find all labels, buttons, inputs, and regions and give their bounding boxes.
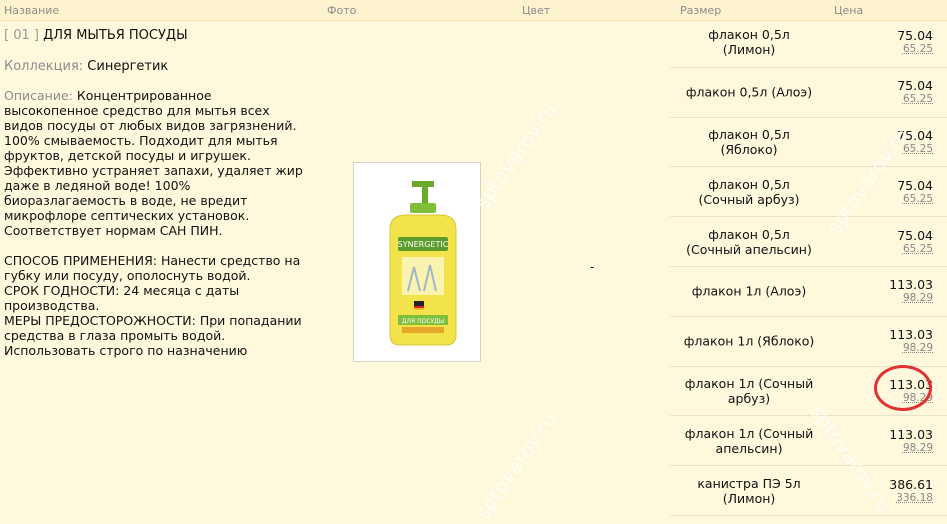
size-label: флакон 0,5л (Сочный арбуз) xyxy=(698,176,800,207)
size-label: флакон 0,5л (Алоэ) xyxy=(685,84,813,100)
size-row[interactable]: флакон 0,5л (Алоэ) 75.04 65.25 xyxy=(670,68,947,118)
size-label: канистра ПЭ 5л (Лимон) xyxy=(697,475,801,506)
size-label: флакон 1л (Яблоко) xyxy=(683,333,815,349)
size-label: флакон 0,5л (Сочный апельсин) xyxy=(686,226,812,257)
size-row[interactable]: флакон 1л (Алоэ) 113.03 98.29 xyxy=(670,267,947,317)
size-label: флакон 1л (Сочный арбуз) xyxy=(684,375,814,406)
watermark: sptovarov.ru xyxy=(470,407,562,524)
bottle-label-text: ДЛЯ ПОСУДЫ xyxy=(402,318,444,325)
color-value: - xyxy=(590,260,595,274)
size-row[interactable]: флакон 0,5л (Лимон) 75.04 65.25 xyxy=(670,18,947,68)
bottle-image: SYNERGETIC ДЛЯ ПОСУДЫ xyxy=(389,181,457,346)
bottle-brand-text: SYNERGETIC xyxy=(398,240,449,249)
size-row[interactable]: флакон 0,5л (Сочный арбуз) 75.04 65.25 xyxy=(670,167,947,218)
price-cell: 113.03 98.29 xyxy=(889,327,933,355)
size-row[interactable]: канистра ПЭ 5л (Лимон) 386.61 336.18 xyxy=(670,466,947,516)
price-cell: 75.04 65.25 xyxy=(897,178,933,206)
product-photo[interactable]: SYNERGETIC ДЛЯ ПОСУДЫ xyxy=(353,162,481,362)
price-old[interactable]: 65.25 xyxy=(897,93,933,106)
price-cell: 75.04 65.25 xyxy=(897,228,933,256)
price-value: 75.04 xyxy=(897,78,933,94)
product-name: ДЛЯ МЫТЬЯ ПОСУДЫ xyxy=(43,28,188,43)
watermark: sptovarov.ru xyxy=(470,97,562,214)
price-old[interactable]: 65.25 xyxy=(897,193,933,206)
header-price: Цена xyxy=(834,4,864,17)
price-old[interactable]: 98.29 xyxy=(889,442,933,455)
price-old[interactable]: 98.29 xyxy=(889,292,933,305)
collection-value: Синергетик xyxy=(87,59,169,74)
price-old[interactable]: 65.25 xyxy=(897,243,933,256)
price-value: 113.03 xyxy=(889,327,933,343)
header-color: Цвет xyxy=(522,4,551,17)
size-row[interactable]: флакон 1л (Сочный апельсин) 113.03 98.29 xyxy=(670,416,947,467)
size-label: флакон 0,5л (Лимон) xyxy=(708,27,790,58)
price-value: 75.04 xyxy=(897,28,933,44)
price-value: 113.03 xyxy=(889,277,933,293)
highlight-circle xyxy=(874,365,932,411)
description: Описание: Концентрированное высокопенное… xyxy=(4,88,324,358)
price-cell: 75.04 65.25 xyxy=(897,28,933,56)
product-title: [ 01 ] ДЛЯ МЫТЬЯ ПОСУДЫ xyxy=(4,28,188,43)
price-value: 113.03 xyxy=(889,426,933,442)
size-label: флакон 1л (Алоэ) xyxy=(691,283,807,299)
size-label: флакон 0,5л (Яблоко) xyxy=(708,126,790,157)
size-row[interactable]: флакон 1л (Яблоко) 113.03 98.29 xyxy=(670,317,947,367)
collection-line: Коллекция: Синергетик xyxy=(4,59,168,74)
size-row[interactable]: флакон 0,5л (Сочный апельсин) 75.04 65.25 xyxy=(670,217,947,267)
size-price-list: флакон 0,5л (Лимон) 75.04 65.25 флакон 0,5л… xyxy=(670,18,947,516)
collection-label: Коллекция: xyxy=(4,59,84,74)
price-value: 75.04 xyxy=(897,227,933,243)
price-cell: 113.03 98.29 xyxy=(889,427,933,455)
description-label: Описание: xyxy=(4,88,73,103)
header-name: Название xyxy=(4,4,60,17)
description-text: Концентрированное высокопенное средство … xyxy=(4,88,303,358)
product-number: [ 01 ] xyxy=(4,28,39,43)
price-cell: 75.04 65.25 xyxy=(897,78,933,106)
price-cell: 113.03 98.29 xyxy=(889,277,933,305)
header-size: Размер xyxy=(680,4,722,17)
price-old[interactable]: 65.25 xyxy=(897,43,933,56)
price-value: 75.04 xyxy=(897,177,933,193)
size-label: флакон 1л (Сочный апельсин) xyxy=(684,425,814,456)
price-value: 386.61 xyxy=(889,476,933,492)
header-photo: Фото xyxy=(327,4,357,17)
price-old[interactable]: 98.29 xyxy=(889,342,933,355)
